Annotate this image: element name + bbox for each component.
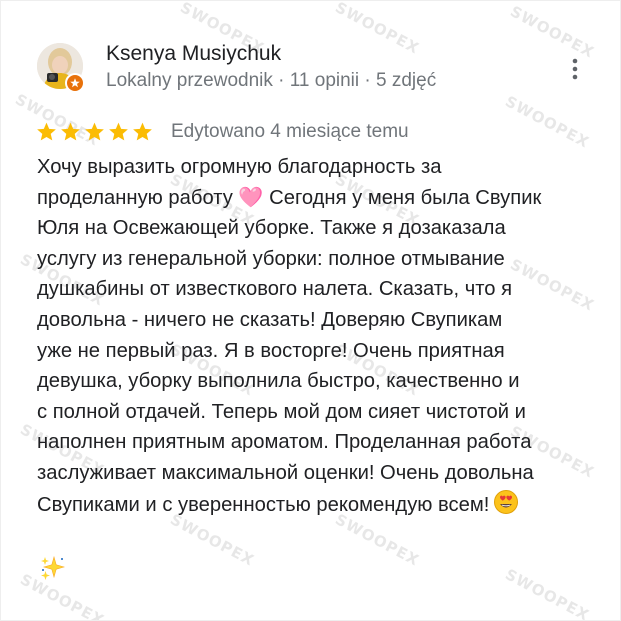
review-line: Хочу выразить огромную благодарность за (37, 156, 442, 178)
review-line: Свупиками и с уверенностью рекомендую вс… (37, 493, 490, 516)
review-line: девушка, уборку выполнила быстро, качест… (37, 370, 520, 393)
local-guide-badge-icon (65, 73, 85, 93)
review-line: с полной отдачей. Теперь мой дом сияет ч… (37, 400, 526, 423)
watermark: SWOOPEX (332, 0, 423, 58)
star-icon (83, 121, 106, 143)
review-line: душкабины от известкового налета. Сказат… (37, 278, 513, 301)
star-icon (59, 121, 82, 143)
more-vertical-icon (572, 58, 578, 80)
star-icon (131, 121, 154, 143)
review-line: услугу из генеральной уборки: полное отм… (37, 247, 505, 270)
review-card: SWOOPEX SWOOPEX SWOOPEX SWOOPEX SWOOPEX … (0, 0, 621, 621)
star-icon (35, 121, 58, 143)
rating-stars (35, 121, 154, 143)
more-options-button[interactable] (563, 53, 587, 85)
edited-timestamp: Edytowano 4 miesiące temu (171, 121, 409, 142)
heart-eyes-emoji (493, 489, 519, 525)
review-line: заслуживает максимальной оценки! Очень д… (37, 461, 534, 484)
review-text: Хочу выразить огромную благодарность за … (37, 152, 589, 524)
review-line-last: Свупиками и с уверенностью рекомендую вс… (37, 489, 589, 525)
watermark: SWOOPEX (502, 92, 593, 152)
sparkles-emoji (39, 555, 66, 586)
cutoff-next-content (37, 613, 197, 620)
review-line: Юля на Освежающей уборке. Также я дозака… (37, 217, 506, 240)
review-line: уже не первый раз. Я в восторге! Очень п… (37, 339, 505, 362)
star-icon (107, 121, 130, 143)
review-line: довольна - ничего не сказать! Доверяю Св… (37, 308, 503, 331)
reviewer-name[interactable]: Ksenya Musiychuk (106, 42, 281, 66)
reviewer-meta[interactable]: Lokalny przewodnik · 11 opinii · 5 zdjęć (106, 70, 436, 92)
review-line: проделанную работу 🩷 Сегодня у меня была… (37, 186, 542, 209)
review-line: наполнен приятным ароматом. Проделанная … (37, 431, 532, 454)
watermark: SWOOPEX (502, 565, 593, 621)
